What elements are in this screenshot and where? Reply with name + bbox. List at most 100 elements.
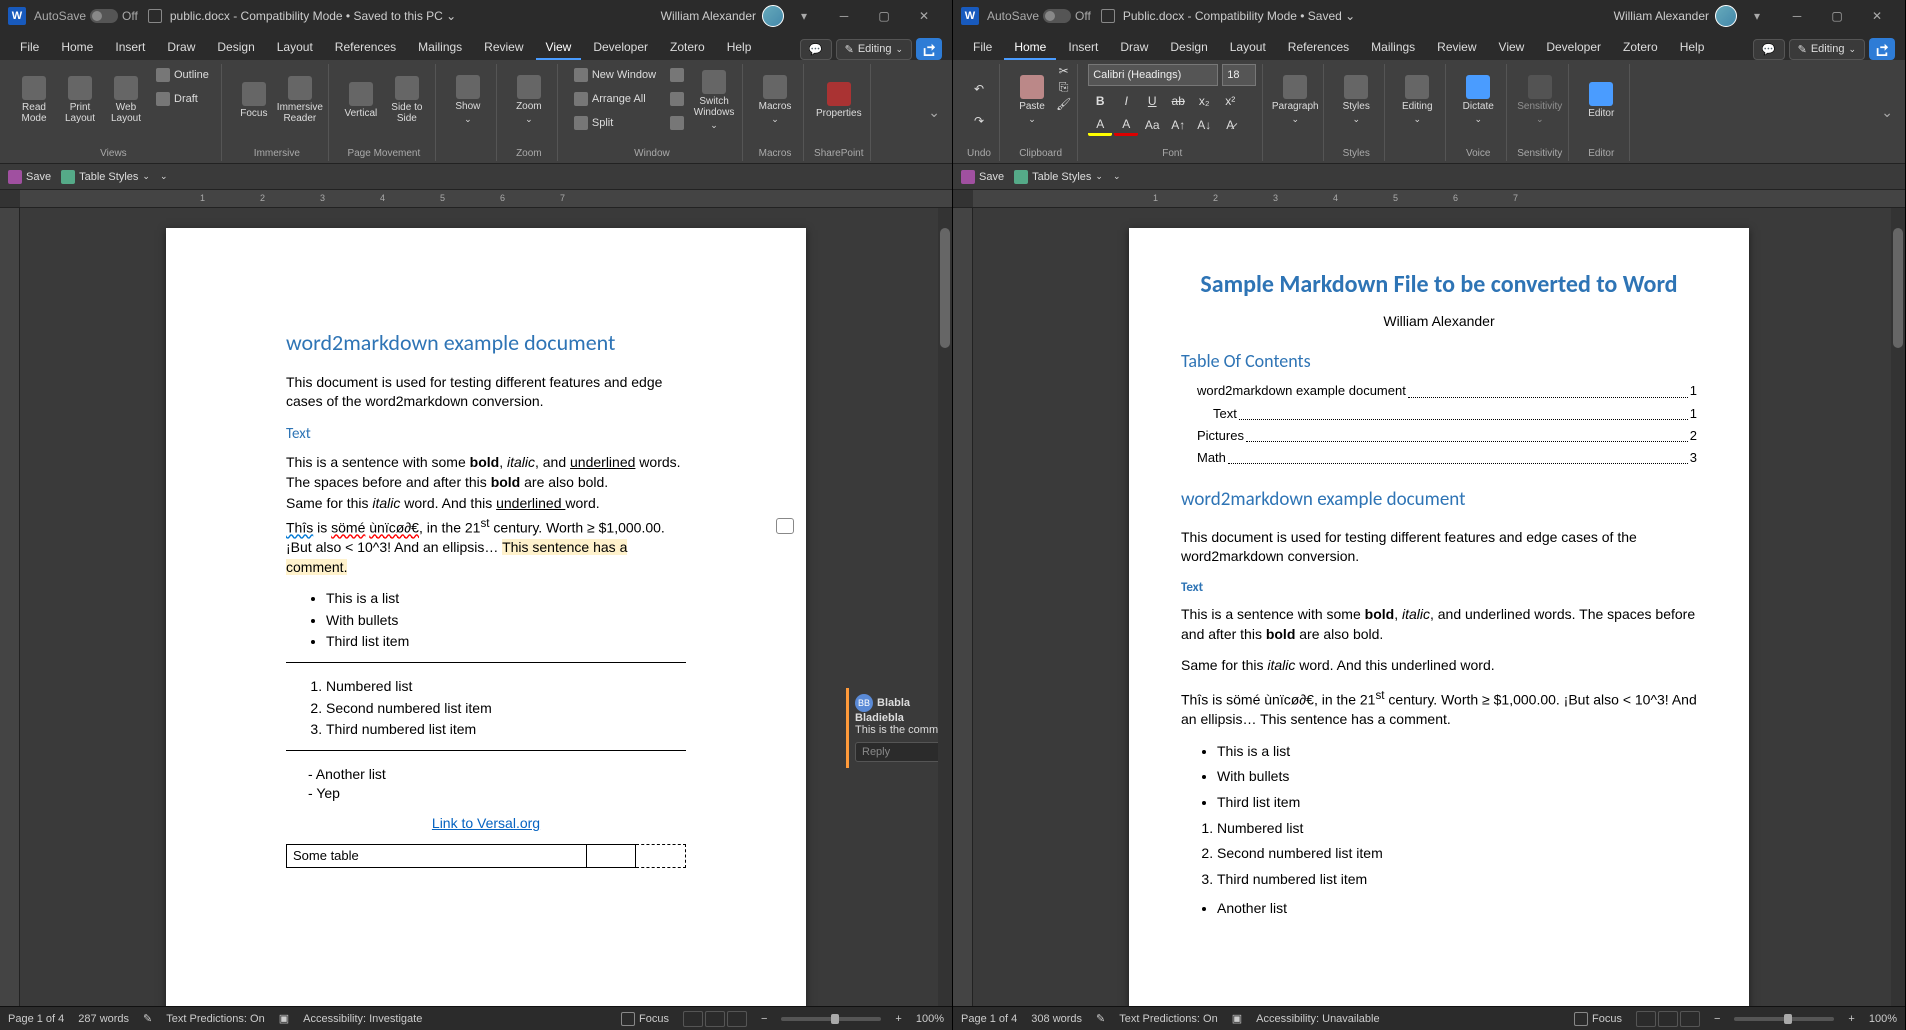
tab-layout[interactable]: Layout — [1220, 36, 1276, 60]
format-painter-button[interactable]: 🖌 — [1056, 97, 1071, 111]
comments-button[interactable]: 💬 — [800, 39, 832, 60]
split-button[interactable]: Split — [568, 112, 662, 134]
document-title[interactable]: Public.docx - Compatibility Mode • Saved… — [1123, 9, 1355, 23]
dictate-button[interactable]: Dictate⌄ — [1456, 64, 1500, 136]
tab-mailings[interactable]: Mailings — [408, 36, 472, 60]
scrollbar-thumb[interactable] — [940, 228, 950, 348]
web-view-icon[interactable] — [1680, 1011, 1700, 1027]
maximize-button[interactable]: ▢ — [864, 0, 904, 32]
zoom-slider[interactable] — [1734, 1017, 1834, 1021]
zoom-in-button[interactable]: + — [1848, 1013, 1854, 1025]
document-scroll[interactable]: word2markdown example document This docu… — [20, 208, 952, 1006]
qa-table-styles-button[interactable]: Table Styles ⌄ — [1014, 170, 1103, 184]
spell-check-icon[interactable]: ✎ — [1096, 1012, 1105, 1025]
tab-zotero[interactable]: Zotero — [660, 36, 715, 60]
qa-save-button[interactable]: Save — [8, 170, 51, 184]
close-button[interactable]: ✕ — [1857, 0, 1897, 32]
switch-windows-button[interactable]: Switch Windows⌄ — [692, 64, 736, 136]
paste-button[interactable]: Paste⌄ — [1010, 64, 1054, 136]
font-name-combo[interactable] — [1088, 64, 1218, 86]
editing-mode-button[interactable]: ✎ Editing ⌄ — [1789, 39, 1865, 60]
zoom-out-button[interactable]: − — [1714, 1013, 1720, 1025]
focus-mode-button[interactable]: Focus — [621, 1012, 669, 1026]
redo-button[interactable]: ↷ — [965, 107, 993, 135]
tab-review[interactable]: Review — [1427, 36, 1486, 60]
print-view-icon[interactable] — [1658, 1011, 1678, 1027]
immersive-reader-button[interactable]: Immersive Reader — [278, 64, 322, 136]
qa-save-button[interactable]: Save — [961, 170, 1004, 184]
scrollbar-thumb[interactable] — [1893, 228, 1903, 348]
strikethrough-button[interactable]: ab — [1166, 90, 1190, 112]
macro-indicator-icon[interactable]: ▣ — [1232, 1012, 1242, 1025]
tab-home[interactable]: Home — [51, 36, 103, 60]
tab-design[interactable]: Design — [207, 36, 264, 60]
text-predictions[interactable]: Text Predictions: On — [1119, 1013, 1217, 1025]
editing-mode-button[interactable]: ✎ Editing ⌄ — [836, 39, 912, 60]
tab-zotero[interactable]: Zotero — [1613, 36, 1668, 60]
toggle-icon[interactable] — [90, 9, 118, 23]
document-page[interactable]: Sample Markdown File to be converted to … — [1129, 228, 1749, 1006]
zoom-out-button[interactable]: − — [761, 1013, 767, 1025]
tab-developer[interactable]: Developer — [583, 36, 658, 60]
copy-button[interactable]: ⎘ — [1056, 80, 1071, 95]
horizontal-ruler[interactable]: 1234567 — [0, 190, 952, 208]
italic-button[interactable]: I — [1114, 90, 1138, 112]
close-button[interactable]: ✕ — [904, 0, 944, 32]
tab-developer[interactable]: Developer — [1536, 36, 1611, 60]
vertical-ruler[interactable] — [953, 208, 973, 1006]
ribbon-display-options[interactable]: ▾ — [784, 0, 824, 32]
tab-references[interactable]: References — [325, 36, 406, 60]
tab-review[interactable]: Review — [474, 36, 533, 60]
bold-button[interactable]: B — [1088, 90, 1112, 112]
superscript-button[interactable]: x² — [1218, 90, 1242, 112]
save-icon[interactable] — [148, 9, 162, 23]
table-cell[interactable] — [586, 844, 636, 867]
maximize-button[interactable]: ▢ — [1817, 0, 1857, 32]
tab-design[interactable]: Design — [1160, 36, 1217, 60]
tab-references[interactable]: References — [1278, 36, 1359, 60]
page-indicator[interactable]: Page 1 of 4 — [8, 1013, 64, 1025]
draft-button[interactable]: Draft — [150, 88, 215, 110]
accessibility-status[interactable]: Accessibility: Unavailable — [1256, 1013, 1380, 1025]
focus-mode-button[interactable]: Focus — [1574, 1012, 1622, 1026]
zoom-in-button[interactable]: + — [895, 1013, 901, 1025]
tab-file[interactable]: File — [963, 36, 1002, 60]
accessibility-status[interactable]: Accessibility: Investigate — [303, 1013, 422, 1025]
qa-more-button[interactable]: ⌄ — [1113, 171, 1121, 182]
subscript-button[interactable]: x₂ — [1192, 90, 1216, 112]
highlight-button[interactable]: A — [1088, 114, 1112, 136]
editor-button[interactable]: Editor — [1579, 64, 1623, 136]
read-mode-button[interactable]: Read Mode — [12, 64, 56, 136]
toggle-icon[interactable] — [1043, 9, 1071, 23]
editing-group-button[interactable]: Editing⌄ — [1395, 64, 1439, 136]
side-to-side-button[interactable]: Side to Side — [385, 64, 429, 136]
web-layout-button[interactable]: Web Layout — [104, 64, 148, 136]
collapse-ribbon-button[interactable]: ⌄ — [922, 104, 946, 121]
sync-scroll-button[interactable] — [664, 88, 690, 110]
shrink-font-button[interactable]: A↓ — [1192, 114, 1216, 136]
user-account[interactable]: William Alexander — [1614, 5, 1737, 27]
text-predictions[interactable]: Text Predictions: On — [166, 1013, 264, 1025]
tab-insert[interactable]: Insert — [1058, 36, 1108, 60]
show-button[interactable]: Show⌄ — [446, 64, 490, 136]
spell-check-icon[interactable]: ✎ — [143, 1012, 152, 1025]
zoom-level[interactable]: 100% — [916, 1013, 944, 1025]
word-count[interactable]: 287 words — [78, 1013, 129, 1025]
vertical-scrollbar[interactable] — [938, 208, 952, 1006]
macro-indicator-icon[interactable]: ▣ — [279, 1012, 289, 1025]
read-view-icon[interactable] — [683, 1011, 703, 1027]
vertical-scrollbar[interactable] — [1891, 208, 1905, 1006]
vertical-ruler[interactable] — [0, 208, 20, 1006]
macros-button[interactable]: Macros⌄ — [753, 64, 797, 136]
tab-insert[interactable]: Insert — [105, 36, 155, 60]
arrange-all-button[interactable]: Arrange All — [568, 88, 662, 110]
print-view-icon[interactable] — [705, 1011, 725, 1027]
undo-button[interactable]: ↶ — [965, 75, 993, 103]
font-size-combo[interactable] — [1222, 64, 1256, 86]
sample-table[interactable]: Some table — [286, 844, 686, 868]
toc-entry[interactable]: word2markdown example document1 — [1181, 382, 1697, 400]
comments-button[interactable]: 💬 — [1753, 39, 1785, 60]
page-indicator[interactable]: Page 1 of 4 — [961, 1013, 1017, 1025]
outline-button[interactable]: Outline — [150, 64, 215, 86]
toc-entry[interactable]: Text1 — [1181, 405, 1697, 423]
